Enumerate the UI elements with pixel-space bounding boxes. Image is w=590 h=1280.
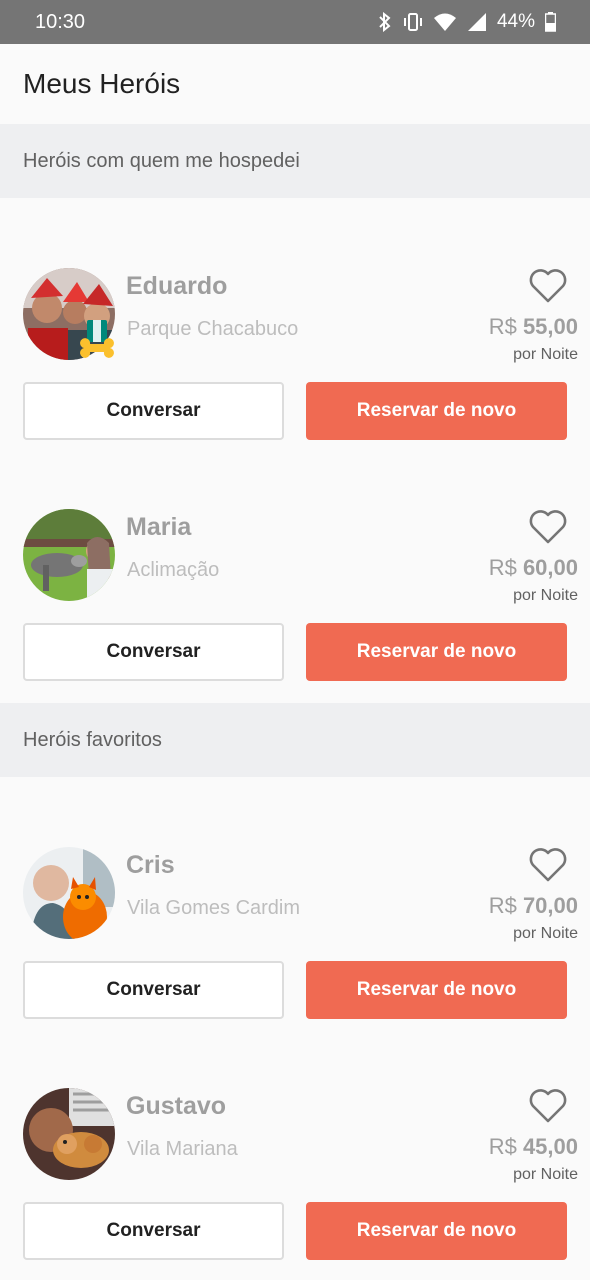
hero-location: Vila Mariana — [127, 1138, 238, 1160]
section-title: Heróis com quem me hospedei — [23, 149, 300, 172]
hero-name: Maria — [126, 513, 192, 541]
hero-price: R$ 60,00 — [489, 555, 578, 581]
hero-price: R$ 45,00 — [489, 1134, 578, 1160]
price-currency: R$ — [488, 555, 517, 580]
medal-badge-icon — [80, 320, 114, 358]
battery-percent: 44% — [496, 11, 535, 32]
section-header-favorites: Heróis favoritos — [0, 703, 590, 777]
avatar[interactable] — [23, 1088, 115, 1180]
book-again-button[interactable]: Reservar de novo — [306, 623, 567, 681]
price-unit: por Noite — [513, 1166, 578, 1183]
hero-price: R$ 55,00 — [489, 314, 578, 340]
battery-icon — [545, 12, 556, 32]
signal-icon — [467, 13, 486, 31]
chat-button[interactable]: Conversar — [23, 1202, 284, 1260]
hero-location: Parque Chacabuco — [127, 318, 299, 340]
heart-icon[interactable] — [528, 509, 568, 545]
heart-icon[interactable] — [528, 268, 568, 304]
hero-card: Eduardo Parque Chacabuco R$ 55,00 por No… — [0, 268, 590, 458]
avatar[interactable] — [23, 509, 115, 601]
avatar[interactable] — [23, 847, 115, 939]
vibrate-icon — [403, 13, 422, 31]
price-amount: 60,00 — [522, 555, 578, 580]
book-again-button[interactable]: Reservar de novo — [306, 1202, 567, 1260]
price-currency: R$ — [488, 893, 517, 918]
wifi-icon — [433, 13, 456, 31]
status-icons: 44% — [377, 11, 556, 33]
hero-name: Eduardo — [126, 272, 228, 300]
price-unit: por Noite — [513, 925, 578, 942]
heart-icon[interactable] — [528, 847, 568, 883]
hero-card: Maria Aclimação R$ 60,00 por Noite Conve… — [0, 509, 590, 699]
hero-name: Cris — [126, 851, 175, 879]
price-amount: 70,00 — [522, 893, 578, 918]
book-again-button[interactable]: Reservar de novo — [306, 961, 567, 1019]
status-time: 10:30 — [35, 10, 86, 33]
page-title: Meus Heróis — [23, 68, 181, 99]
price-unit: por Noite — [513, 587, 578, 604]
status-bar: 10:30 44% — [0, 0, 590, 44]
price-currency: R$ — [488, 314, 517, 339]
chat-button[interactable]: Conversar — [23, 961, 284, 1019]
price-amount: 45,00 — [522, 1134, 578, 1159]
hero-name: Gustavo — [126, 1092, 227, 1120]
chat-button[interactable]: Conversar — [23, 623, 284, 681]
book-again-button[interactable]: Reservar de novo — [306, 382, 567, 440]
hero-location: Aclimação — [127, 559, 220, 581]
hero-location: Vila Gomes Cardim — [127, 897, 301, 919]
hero-card: Cris Vila Gomes Cardim R$ 70,00 por Noit… — [0, 847, 590, 1037]
chat-button[interactable]: Conversar — [23, 382, 284, 440]
hero-card: Gustavo Vila Mariana R$ 45,00 por Noite … — [0, 1088, 590, 1278]
price-unit: por Noite — [513, 346, 578, 363]
hero-price: R$ 70,00 — [489, 893, 578, 919]
price-currency: R$ — [488, 1134, 517, 1159]
price-amount: 55,00 — [522, 314, 578, 339]
section-title: Heróis favoritos — [23, 728, 162, 751]
section-header-stayed: Heróis com quem me hospedei — [0, 124, 590, 198]
heart-icon[interactable] — [528, 1088, 568, 1124]
bluetooth-icon — [379, 12, 391, 32]
app-bar: Meus Heróis — [0, 44, 590, 124]
